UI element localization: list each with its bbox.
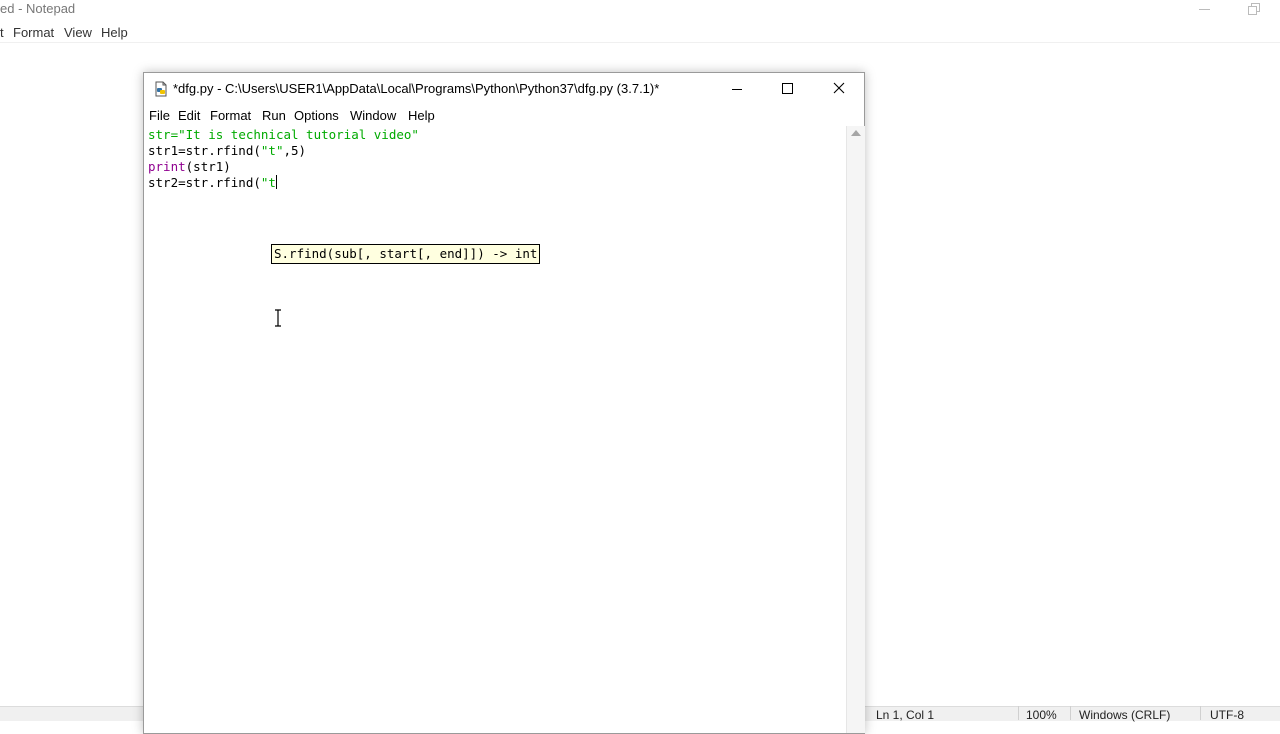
code-line-2: str1=str.rfind("t",5)	[148, 143, 306, 159]
menu-options[interactable]: Options	[294, 108, 339, 123]
notepad-menu-view[interactable]: View	[64, 25, 92, 40]
code-line-1: str="It is technical tutorial video"	[148, 127, 419, 143]
code-token-eq: =	[170, 127, 179, 142]
menu-window[interactable]: Window	[350, 108, 396, 123]
code-token-string: "It is technical tutorial video"	[178, 127, 419, 142]
status-divider	[1200, 706, 1201, 720]
code-line-3: print(str1)	[148, 159, 231, 175]
code-token-string: "t	[260, 175, 276, 190]
notepad-menu-file-partial[interactable]: t	[0, 25, 4, 40]
python-file-icon	[155, 81, 167, 97]
notepad-menu-help[interactable]: Help	[101, 25, 128, 40]
idle-titlebar[interactable]: *dfg.py - C:\Users\USER1\AppData\Local\P…	[144, 73, 864, 104]
scroll-up-arrow-icon[interactable]	[851, 130, 861, 136]
close-icon[interactable]	[816, 73, 862, 104]
menu-edit[interactable]: Edit	[178, 108, 200, 123]
idle-window-title: *dfg.py - C:\Users\USER1\AppData\Local\P…	[173, 81, 660, 96]
idle-editor-window: *dfg.py - C:\Users\USER1\AppData\Local\P…	[143, 72, 865, 734]
notepad-menu-format[interactable]: Format	[13, 25, 54, 40]
menu-file[interactable]: File	[149, 108, 170, 123]
code-token-text: (str1)	[185, 159, 231, 174]
code-token-text: ,5)	[283, 143, 307, 158]
status-divider	[1070, 706, 1071, 720]
idle-menubar: File Edit Format Run Options Window Help	[144, 104, 864, 127]
text-caret	[275, 175, 277, 189]
code-editor[interactable]: str="It is technical tutorial video" str…	[144, 126, 846, 733]
menu-format[interactable]: Format	[210, 108, 251, 123]
maximize-icon[interactable]	[764, 73, 810, 104]
menu-run[interactable]: Run	[262, 108, 286, 123]
vertical-scrollbar[interactable]	[846, 126, 865, 733]
restore-icon[interactable]	[1248, 3, 1260, 15]
code-token-name: str	[148, 127, 171, 142]
notepad-window-title: ed - Notepad	[0, 1, 76, 16]
menu-help[interactable]: Help	[408, 108, 435, 123]
notepad-menubar: t Format View Help	[0, 22, 1280, 43]
code-token-string: "t"	[260, 143, 284, 158]
calltip-tooltip: S.rfind(sub[, start[, end]]) -> int	[271, 244, 541, 264]
minimize-icon[interactable]	[714, 73, 760, 104]
code-line-4: str2=str.rfind("t	[148, 175, 277, 191]
code-token-builtin: print	[148, 159, 186, 174]
notepad-titlebar: ed - Notepad	[0, 0, 1280, 22]
minimize-icon[interactable]	[1198, 2, 1212, 14]
status-divider	[1018, 706, 1019, 720]
code-token-text: str1=str.rfind(	[148, 143, 261, 158]
code-token-text: str2=str.rfind(	[148, 175, 261, 190]
ibeam-cursor-icon	[275, 309, 281, 327]
